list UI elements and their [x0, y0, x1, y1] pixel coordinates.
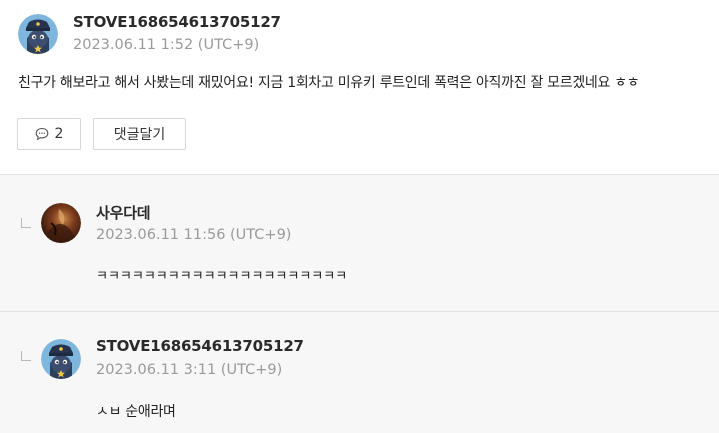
reply-text: ㅋㅋㅋㅋㅋㅋㅋㅋㅋㅋㅋㅋㅋㅋㅋㅋㅋㅋㅋㅋㅋ: [96, 269, 348, 284]
reply-item: 사우다데 2023.06.11 11:56 (UTC+9) ㅋㅋㅋㅋㅋㅋㅋㅋㅋㅋ…: [0, 175, 719, 311]
comment-date: 2023.06.11 1:52 (UTC+9): [73, 37, 260, 53]
reply-date: 2023.06.11 11:56 (UTC+9): [96, 227, 292, 243]
artwork-avatar-icon: [41, 203, 81, 243]
speech-bubble-icon: [35, 127, 48, 141]
reply-item: STOVE168654613705127 2023.06.11 3:11 (UT…: [0, 312, 719, 433]
reply-author[interactable]: STOVE168654613705127: [96, 337, 304, 355]
reply-avatar[interactable]: [41, 339, 81, 379]
comment-text: 친구가 해보라고 해서 사봤는데 재밌어요! 지금 1회차고 미유키 루트인데 …: [18, 75, 640, 91]
reply-date: 2023.06.11 3:11 (UTC+9): [96, 362, 283, 378]
comment: STOVE168654613705127 2023.06.11 1:52 (UT…: [0, 0, 719, 175]
user-avatar[interactable]: [18, 14, 58, 54]
reply-avatar[interactable]: [41, 203, 81, 243]
reply-indent-icon: [21, 218, 31, 228]
reply-list: 사우다데 2023.06.11 11:56 (UTC+9) ㅋㅋㅋㅋㅋㅋㅋㅋㅋㅋ…: [0, 175, 719, 433]
reply-count-button[interactable]: 2: [17, 118, 81, 150]
reply-count: 2: [54, 126, 64, 142]
reply-text: ㅅㅂ 순애라며: [96, 404, 176, 420]
reply-indent-icon: [21, 351, 31, 361]
comment-author[interactable]: STOVE168654613705127: [73, 13, 281, 31]
police-bird-avatar-icon: [41, 339, 81, 379]
write-reply-button[interactable]: 댓글달기: [93, 118, 186, 150]
police-bird-avatar-icon: [18, 14, 58, 54]
reply-author[interactable]: 사우다데: [96, 202, 151, 223]
